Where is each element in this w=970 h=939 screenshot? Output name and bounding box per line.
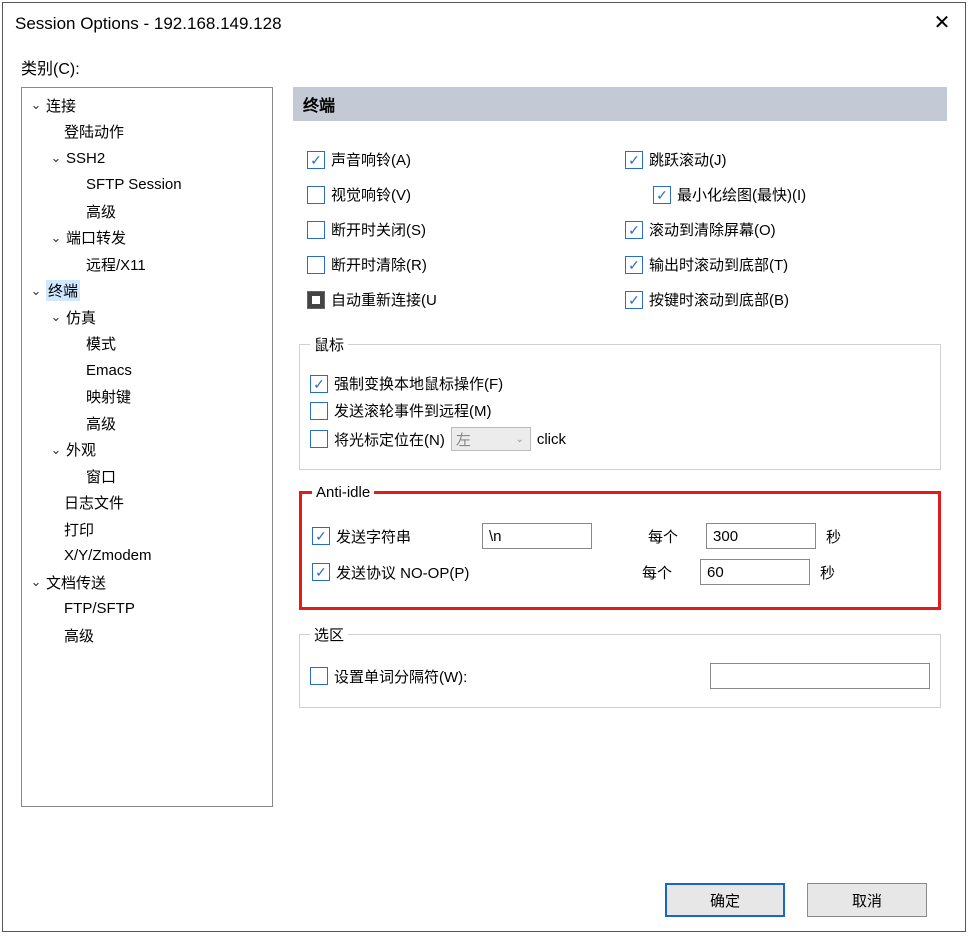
chevron-down-icon: ⌄	[26, 281, 46, 301]
checkbox-icon: ✓	[625, 221, 643, 239]
check-send-wheel[interactable]: 发送滚轮事件到远程(M)	[310, 400, 930, 421]
chevron-down-icon: ⌄	[46, 148, 66, 168]
checkbox-icon[interactable]	[310, 667, 328, 685]
check-audio-bell[interactable]: ✓声音响铃(A)	[307, 149, 615, 170]
chevron-down-icon: ⌄	[26, 572, 46, 592]
every-label-1: 每个	[648, 526, 678, 547]
chevron-down-icon: ⌄	[46, 307, 66, 327]
row-send-protocol: ✓ 发送协议 NO-OP(P) 每个 秒	[312, 559, 928, 585]
string-seconds-input[interactable]	[706, 523, 816, 549]
tree-item-appearance[interactable]: ⌄外观	[26, 437, 268, 464]
chevron-down-icon: ⌄	[46, 440, 66, 460]
seconds-label-1: 秒	[826, 526, 841, 547]
session-options-dialog: Session Options - 192.168.149.128 ✕ 类别(C…	[2, 2, 966, 932]
check-clear-on-scroll[interactable]: ✓滚动到清除屏幕(O)	[625, 219, 933, 240]
checkbox-icon[interactable]: ✓	[312, 563, 330, 581]
checkbox-indeterminate-icon	[307, 291, 325, 309]
check-clear-on-disconnect[interactable]: 断开时清除(R)	[307, 254, 615, 275]
tree-item-file-transfer[interactable]: ⌄文档传送	[26, 569, 268, 596]
titlebar: Session Options - 192.168.149.128 ✕	[3, 3, 965, 45]
mouse-legend: 鼠标	[310, 334, 348, 355]
check-scroll-bottom-output[interactable]: ✓输出时滚动到底部(T)	[625, 254, 933, 275]
tree-item-window[interactable]: 窗口	[26, 463, 268, 490]
tree-item-mapped-keys[interactable]: 映射键	[26, 384, 268, 411]
word-delim-input[interactable]	[710, 663, 930, 689]
selection-group: 选区 设置单词分隔符(W):	[299, 624, 941, 708]
tree-item-connection[interactable]: ⌄连接	[26, 92, 268, 119]
checkbox-icon: ✓	[625, 291, 643, 309]
row-send-string: ✓ 发送字符串 每个 秒	[312, 523, 928, 549]
ok-button[interactable]: 确定	[665, 883, 785, 917]
category-label: 类别(C):	[21, 55, 947, 79]
tree-item-xyzmodem[interactable]: X/Y/Zmodem	[26, 543, 268, 570]
every-label-2: 每个	[642, 562, 672, 583]
checkbox-icon	[307, 221, 325, 239]
selection-legend: 选区	[310, 624, 348, 645]
row-position-cursor: 将光标定位在(N) 左 ⌄ click	[310, 427, 930, 451]
cancel-button[interactable]: 取消	[807, 883, 927, 917]
tree-item-ftp-sftp[interactable]: FTP/SFTP	[26, 596, 268, 623]
tree-item-ssh2[interactable]: ⌄SSH2	[26, 145, 268, 172]
chevron-down-icon: ⌄	[26, 95, 46, 115]
row-word-delimiters: 设置单词分隔符(W):	[310, 663, 930, 689]
position-cursor-dropdown[interactable]: 左 ⌄	[451, 427, 531, 451]
checkbox-icon: ✓	[625, 151, 643, 169]
chevron-down-icon: ⌄	[515, 434, 523, 445]
proto-seconds-input[interactable]	[700, 559, 810, 585]
checkbox-icon	[310, 402, 328, 420]
send-protocol-label: 发送协议 NO-OP(P)	[336, 562, 469, 583]
tree-item-emulation[interactable]: ⌄仿真	[26, 304, 268, 331]
send-string-input[interactable]	[482, 523, 592, 549]
checkbox-icon	[307, 256, 325, 274]
window-title: Session Options - 192.168.149.128	[15, 14, 282, 34]
tree-item-sftp-session[interactable]: SFTP Session	[26, 172, 268, 199]
tree-item-advanced-1[interactable]: 高级	[26, 198, 268, 225]
tree-item-advanced-2[interactable]: 高级	[26, 410, 268, 437]
checkbox-icon: ✓	[307, 151, 325, 169]
checkbox-icon[interactable]: ✓	[312, 527, 330, 545]
checkbox-icon: ✓	[310, 375, 328, 393]
check-visual-bell[interactable]: 视觉响铃(V)	[307, 184, 615, 205]
checkbox-icon[interactable]	[310, 430, 328, 448]
word-delim-label: 设置单词分隔符(W):	[334, 666, 467, 687]
mouse-group: 鼠标 ✓强制变换本地鼠标操作(F) 发送滚轮事件到远程(M) 将光标定位在(N)…	[299, 334, 941, 470]
check-scroll-bottom-keypress[interactable]: ✓按键时滚动到底部(B)	[625, 289, 933, 310]
seconds-label-2: 秒	[820, 562, 835, 583]
check-min-draw[interactable]: ✓最小化绘图(最快)(I)	[653, 184, 933, 205]
settings-panel: 终端 ✓声音响铃(A) ✓跳跃滚动(J) 视觉响铃(V) ✓最小化绘图(最快)(…	[293, 87, 947, 869]
checkbox-icon: ✓	[625, 256, 643, 274]
anti-idle-group: Anti-idle ✓ 发送字符串 每个 秒	[299, 484, 941, 610]
checkbox-icon: ✓	[653, 186, 671, 204]
check-auto-reconnect[interactable]: 自动重新连接(U	[307, 289, 615, 310]
tree-item-remote-x11[interactable]: 远程/X11	[26, 251, 268, 278]
tree-item-logfile[interactable]: 日志文件	[26, 490, 268, 517]
tree-item-print[interactable]: 打印	[26, 516, 268, 543]
dialog-footer: 确定 取消	[21, 869, 947, 923]
section-header: 终端	[293, 87, 947, 121]
tree-item-modes[interactable]: 模式	[26, 331, 268, 358]
category-tree[interactable]: ⌄连接 登陆动作 ⌄SSH2 SFTP Session 高级 ⌄端口转发 远程/…	[21, 87, 273, 807]
checkbox-icon	[307, 186, 325, 204]
content-area: 类别(C): ⌄连接 登陆动作 ⌄SSH2 SFTP Session 高级 ⌄端…	[3, 45, 965, 931]
main-area: ⌄连接 登陆动作 ⌄SSH2 SFTP Session 高级 ⌄端口转发 远程/…	[21, 87, 947, 869]
tree-item-port-forward[interactable]: ⌄端口转发	[26, 225, 268, 252]
check-jump-scroll[interactable]: ✓跳跃滚动(J)	[625, 149, 933, 170]
position-cursor-label: 将光标定位在(N)	[334, 429, 445, 450]
tree-item-emacs[interactable]: Emacs	[26, 357, 268, 384]
terminal-checks: ✓声音响铃(A) ✓跳跃滚动(J) 视觉响铃(V) ✓最小化绘图(最快)(I) …	[293, 121, 947, 320]
check-force-local-mouse[interactable]: ✓强制变换本地鼠标操作(F)	[310, 373, 930, 394]
tree-item-terminal[interactable]: ⌄终端	[26, 278, 268, 305]
chevron-down-icon: ⌄	[46, 228, 66, 248]
check-close-on-disconnect[interactable]: 断开时关闭(S)	[307, 219, 615, 240]
tree-item-advanced-3[interactable]: 高级	[26, 622, 268, 649]
close-icon[interactable]: ✕	[931, 13, 953, 35]
position-cursor-suffix: click	[537, 431, 566, 448]
send-string-label: 发送字符串	[336, 526, 411, 547]
tree-item-login-actions[interactable]: 登陆动作	[26, 119, 268, 146]
anti-idle-legend: Anti-idle	[312, 484, 374, 501]
